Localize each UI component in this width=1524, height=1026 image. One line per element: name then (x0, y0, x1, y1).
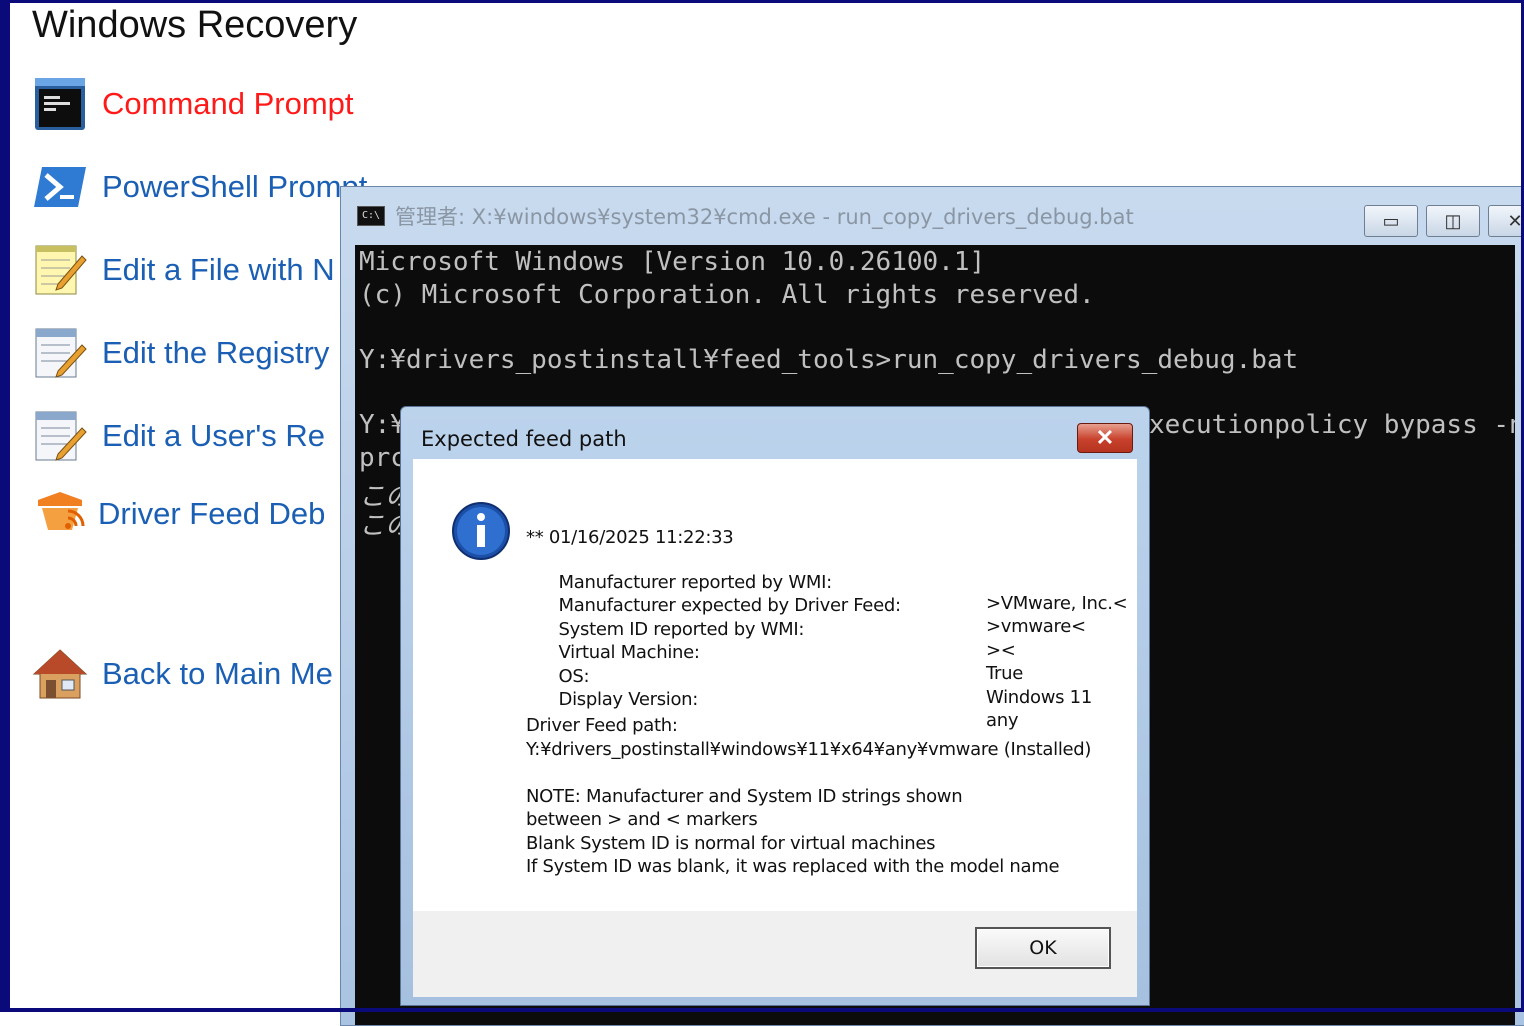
info-row-value: >VMware, Inc.< (986, 593, 1128, 614)
note-line: Blank System ID is normal for virtual ma… (526, 833, 936, 854)
command-prompt-icon (32, 76, 88, 132)
info-row-value: True (986, 663, 1024, 684)
info-row-value: >< (986, 640, 1016, 661)
feed-path-label: Driver Feed path: (526, 715, 678, 736)
close-button[interactable]: ✕ (1488, 205, 1524, 237)
console-line: Y:¥drivers_postinstall¥feed_tools>run_co… (359, 345, 1299, 375)
console-line: Microsoft Windows [Version 10.0.26100.1] (359, 247, 986, 277)
info-row-value: Windows 11 (986, 687, 1092, 708)
feed-path-value: Y:¥drivers_postinstall¥windows¥11¥x64¥an… (526, 739, 1092, 760)
menu-item-command-prompt[interactable]: Command Prompt (32, 76, 354, 132)
menu-item-label: Edit the Registry (102, 335, 330, 370)
menu-item-label: Command Prompt (102, 86, 354, 121)
info-row-value: any (986, 710, 1019, 731)
menu-item-edit-registry[interactable]: Edit the Registry (32, 325, 329, 381)
cmd-titlebar[interactable]: C:\ 管理者: X:¥windows¥system32¥cmd.exe - r… (341, 187, 1524, 245)
ok-button[interactable]: OK (975, 927, 1111, 969)
note-line: If System ID was blank, it was replaced … (526, 856, 1060, 877)
menu-item-powershell[interactable]: PowerShell Prompt (32, 159, 367, 215)
user-registry-edit-icon (32, 408, 88, 464)
menu-item-label: Edit a File with N (102, 252, 335, 287)
registry-edit-icon (32, 325, 88, 381)
menu-item-label: Back to Main Me (102, 656, 333, 691)
menu-item-edit-file[interactable]: Edit a File with N (32, 242, 335, 298)
home-icon (32, 646, 88, 702)
menu-item-label: Driver Feed Deb (98, 496, 326, 531)
menu-item-label: PowerShell Prompt (102, 169, 368, 204)
info-icon (451, 501, 511, 561)
console-line: xecutionpolicy bypass -no (1149, 410, 1515, 440)
cmd-window-title: 管理者: X:¥windows¥system32¥cmd.exe - run_c… (395, 205, 1134, 229)
menu-item-driver-feed[interactable]: Driver Feed Deb (32, 486, 325, 542)
note-line: between > and < markers (526, 809, 758, 830)
page-title: Windows Recovery (32, 4, 358, 46)
info-row-label: Display Version: (558, 689, 699, 710)
maximize-button[interactable]: ◫ (1426, 205, 1480, 237)
note-line: NOTE: Manufacturer and System ID strings… (526, 786, 963, 807)
dialog-content: ** 01/16/2025 11:22:33 Manufacturer repo… (413, 459, 1137, 997)
console-line: (c) Microsoft Corporation. All rights re… (359, 280, 1095, 310)
menu-item-edit-user-registry[interactable]: Edit a User's Re (32, 408, 325, 464)
info-row-value: >vmware< (986, 616, 1086, 637)
console-line: Y:¥ (359, 410, 406, 440)
minimize-button[interactable]: ▭ (1364, 205, 1418, 237)
notepad-edit-icon (32, 242, 88, 298)
console-line: prc (359, 443, 406, 473)
menu-item-label: Edit a User's Re (102, 418, 325, 453)
driver-feed-icon (32, 486, 85, 542)
dialog-close-button[interactable]: ✕ (1077, 423, 1133, 453)
dialog-footer: OK (413, 911, 1137, 997)
message-dialog[interactable]: Expected feed path ✕ ** 01/16/2025 11:22… (400, 406, 1150, 1006)
timestamp-text: ** 01/16/2025 11:22:33 (526, 527, 734, 548)
menu-item-back-main[interactable]: Back to Main Me (32, 646, 333, 702)
powershell-icon (32, 159, 88, 215)
dialog-title: Expected feed path (421, 427, 627, 451)
cmd-window-icon: C:\ (357, 206, 385, 226)
